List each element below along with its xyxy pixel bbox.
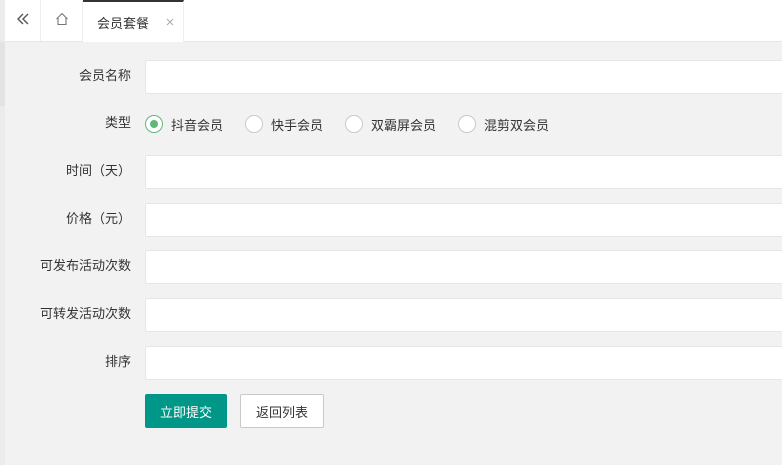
type-radio-group: 抖音会员 快手会员 双霸屏会员 混剪双会员 bbox=[145, 107, 571, 141]
type-label: 类型 bbox=[104, 116, 131, 131]
radio-unchecked-icon bbox=[345, 115, 364, 133]
radio-checked-icon bbox=[145, 115, 163, 133]
member-package-form: 会员名称 类型 抖音会员 快手会员 双霸屏会员 混剪双会员 时间（天） 价格（元… bbox=[5, 42, 782, 465]
submit-button[interactable]: 立即提交 bbox=[145, 394, 227, 428]
row-days: 时间（天） bbox=[5, 155, 782, 189]
member-name-label: 会员名称 bbox=[78, 69, 131, 84]
back-to-list-button[interactable]: 返回列表 bbox=[240, 394, 324, 428]
forward-count-input[interactable] bbox=[145, 298, 782, 332]
radio-mixed-cut[interactable]: 混剪双会员 bbox=[458, 115, 549, 134]
row-type: 类型 抖音会员 快手会员 双霸屏会员 混剪双会员 bbox=[5, 107, 782, 141]
radio-double-screen[interactable]: 双霸屏会员 bbox=[345, 115, 436, 134]
publish-count-label: 可发布活动次数 bbox=[39, 259, 131, 274]
member-name-input[interactable] bbox=[145, 60, 782, 94]
radio-unchecked-icon bbox=[245, 115, 264, 133]
row-publish-count: 可发布活动次数 bbox=[5, 250, 782, 284]
close-icon[interactable] bbox=[165, 16, 175, 26]
price-label: 价格（元） bbox=[65, 212, 131, 227]
sort-input[interactable] bbox=[145, 346, 782, 380]
row-sort: 排序 bbox=[5, 346, 782, 380]
tab-bar: 会员套餐 bbox=[5, 0, 782, 42]
home-tab[interactable] bbox=[41, 0, 83, 41]
tab-member-package[interactable]: 会员套餐 bbox=[83, 0, 184, 42]
days-label: 时间（天） bbox=[65, 164, 131, 179]
publish-count-input[interactable] bbox=[145, 250, 782, 284]
radio-label: 混剪双会员 bbox=[484, 118, 550, 134]
radio-label: 快手会员 bbox=[271, 118, 324, 134]
row-price: 价格（元） bbox=[5, 203, 782, 237]
collapse-sidebar-button[interactable] bbox=[5, 0, 41, 41]
row-forward-count: 可转发活动次数 bbox=[5, 298, 782, 332]
radio-label: 抖音会员 bbox=[171, 118, 224, 134]
radio-unchecked-icon bbox=[458, 115, 477, 133]
double-chevron-left-icon bbox=[16, 13, 30, 29]
row-member-name: 会员名称 bbox=[5, 60, 782, 94]
radio-douyin[interactable]: 抖音会员 bbox=[145, 115, 223, 134]
sort-label: 排序 bbox=[104, 355, 131, 370]
radio-label: 双霸屏会员 bbox=[371, 118, 437, 134]
home-icon bbox=[55, 12, 69, 30]
forward-count-label: 可转发活动次数 bbox=[39, 307, 131, 322]
radio-kuaishou[interactable]: 快手会员 bbox=[245, 115, 323, 134]
price-input[interactable] bbox=[145, 203, 782, 237]
tab-label: 会员套餐 bbox=[97, 16, 150, 32]
days-input[interactable] bbox=[145, 155, 782, 189]
